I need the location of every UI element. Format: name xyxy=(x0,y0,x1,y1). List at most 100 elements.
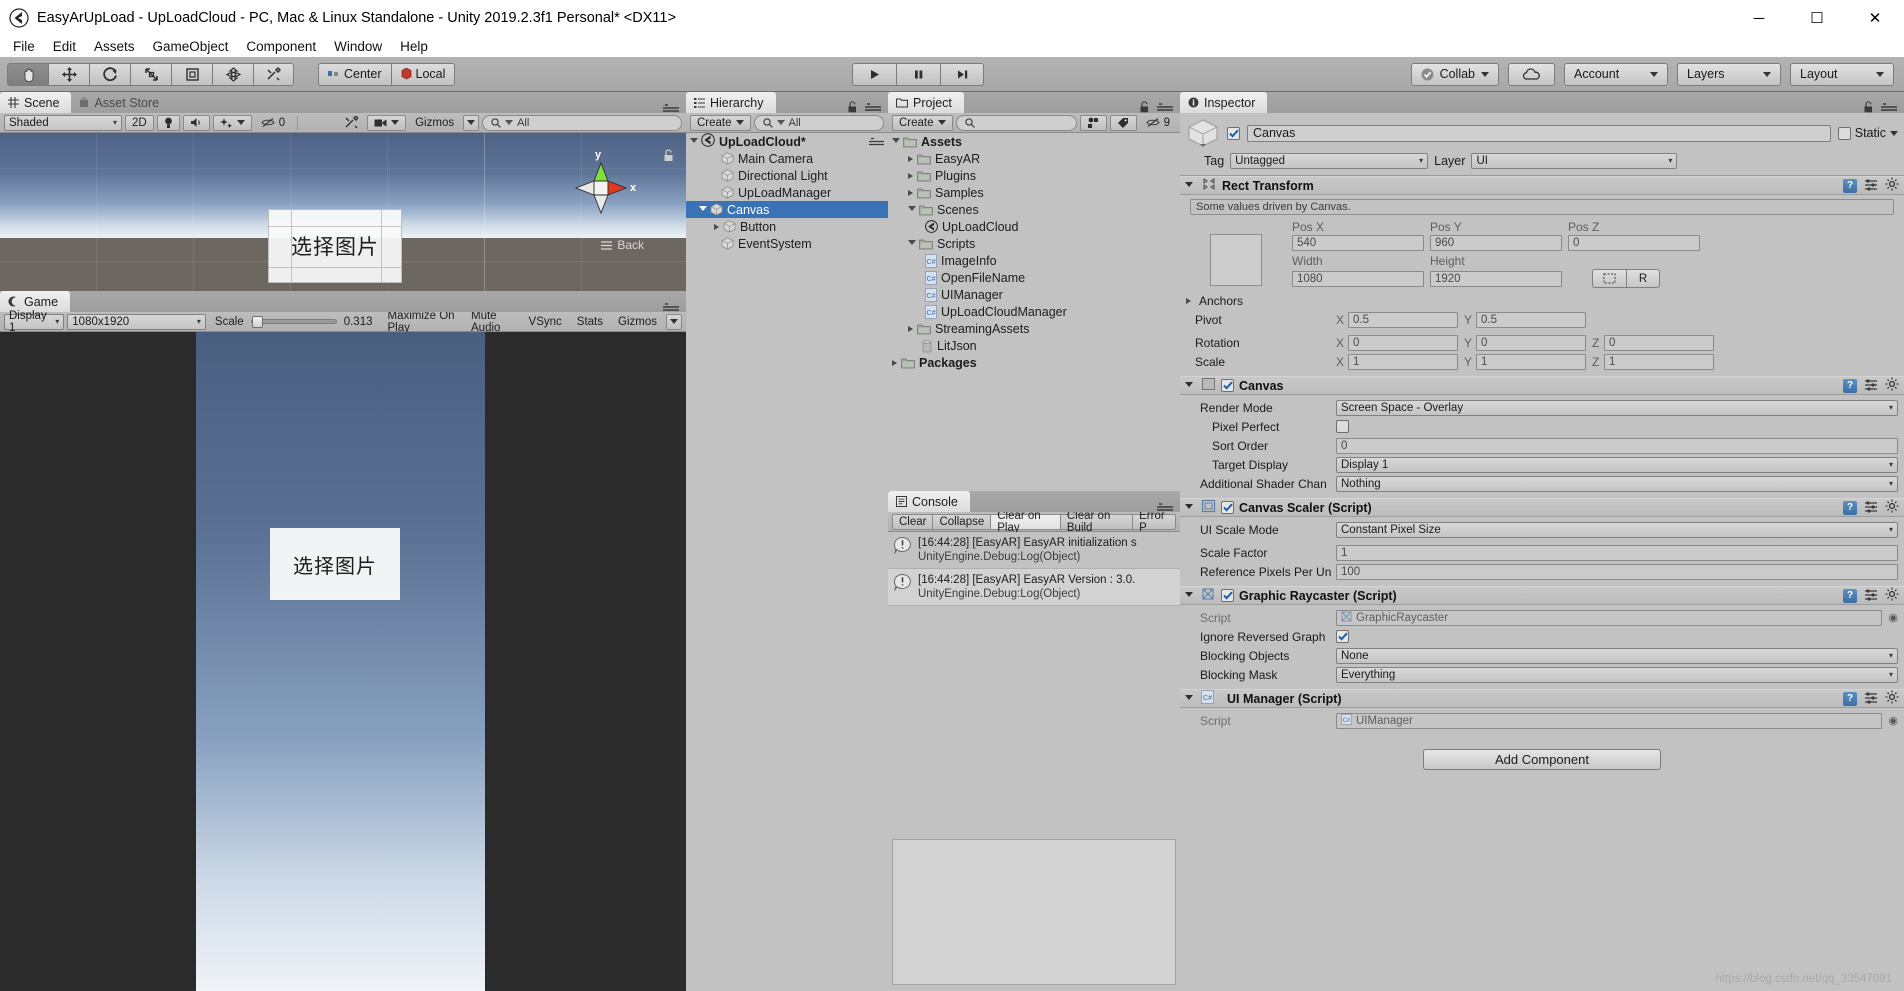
hierarchy-item-uploadmanager[interactable]: UpLoadManager xyxy=(686,184,888,201)
chevron-down-icon[interactable] xyxy=(908,239,916,248)
game-gizmos-caret[interactable] xyxy=(666,313,682,330)
tab-hierarchy[interactable]: Hierarchy xyxy=(686,92,776,113)
sort-order-field[interactable]: 0 xyxy=(1336,437,1898,454)
add-component-button[interactable]: Add Component xyxy=(1423,749,1661,770)
gizmos-dropdown[interactable]: Gizmos xyxy=(409,115,460,131)
scale-slider-knob[interactable] xyxy=(251,316,263,328)
scene-canvas-button[interactable]: 选择图片 xyxy=(268,209,402,283)
inspector-menu-icon[interactable] xyxy=(1881,102,1897,112)
search-by-label-button[interactable] xyxy=(1109,114,1137,131)
project-item-uploadcloud-scene[interactable]: UpLoadCloud xyxy=(888,218,1180,235)
tag-dropdown[interactable]: Untagged ▾ xyxy=(1230,153,1429,169)
chevron-right-icon[interactable] xyxy=(908,155,913,162)
project-tree[interactable]: Assets EasyAR Plugins Samples Scenes UpL… xyxy=(888,133,1180,491)
project-item-uimanager[interactable]: C# UIManager xyxy=(888,286,1180,303)
graphic-raycaster-enabled-checkbox[interactable] xyxy=(1221,589,1234,602)
chevron-down-icon[interactable] xyxy=(908,205,916,214)
mute-audio-toggle[interactable]: Mute Audio xyxy=(465,310,520,334)
pause-button[interactable] xyxy=(896,63,940,86)
chevron-right-icon[interactable] xyxy=(714,223,719,230)
help-icon[interactable]: ? xyxy=(1843,500,1857,515)
hand-tool-button[interactable] xyxy=(7,62,48,86)
preset-icon[interactable] xyxy=(1864,500,1878,516)
menu-edit[interactable]: Edit xyxy=(44,36,85,57)
project-hidden-count[interactable]: 9 xyxy=(1140,115,1176,131)
console-clear-button[interactable]: Clear xyxy=(892,513,934,530)
blocking-mask-dropdown[interactable]: Everything ▾ xyxy=(1336,666,1898,683)
game-select-image-button[interactable]: 选择图片 xyxy=(270,528,400,600)
pos-z-field[interactable]: 0 xyxy=(1568,235,1700,251)
scale-z-field[interactable]: 1 xyxy=(1604,353,1714,370)
shader-channels-dropdown[interactable]: Nothing ▾ xyxy=(1336,475,1898,492)
canvas-component-header[interactable]: Canvas ? xyxy=(1180,376,1904,395)
canvas-scaler-enabled-checkbox[interactable] xyxy=(1221,501,1234,514)
pos-x-field[interactable]: 540 xyxy=(1292,235,1424,251)
vsync-toggle[interactable]: VSync xyxy=(523,314,568,330)
rotation-x-field[interactable]: 0 xyxy=(1348,334,1458,351)
minimize-button[interactable]: ─ xyxy=(1730,0,1788,36)
chevron-right-icon[interactable] xyxy=(908,189,913,196)
display-dropdown[interactable]: Display 1 ▾ xyxy=(4,310,65,334)
account-button[interactable]: Account xyxy=(1564,62,1668,86)
project-search-input[interactable] xyxy=(955,114,1077,131)
hierarchy-item-button[interactable]: Button xyxy=(686,218,888,235)
preset-icon[interactable] xyxy=(1864,588,1878,604)
project-item-openfilename[interactable]: C# OpenFileName xyxy=(888,269,1180,286)
rect-tool-button[interactable] xyxy=(171,62,212,86)
menu-help[interactable]: Help xyxy=(391,36,437,57)
object-picker-icon[interactable]: ◉ xyxy=(1888,611,1898,624)
menu-assets[interactable]: Assets xyxy=(85,36,144,57)
help-icon[interactable]: ? xyxy=(1843,178,1857,193)
scene-search-input[interactable]: All xyxy=(482,114,682,131)
chevron-down-icon[interactable] xyxy=(1890,130,1898,136)
static-checkbox[interactable] xyxy=(1837,126,1851,140)
width-field[interactable]: 1080 xyxy=(1292,270,1424,287)
anchors-row[interactable]: Anchors xyxy=(1186,294,1336,308)
search-by-type-button[interactable] xyxy=(1079,114,1107,131)
target-display-dropdown[interactable]: Display 1 ▾ xyxy=(1336,456,1898,473)
help-icon[interactable]: ? xyxy=(1843,378,1857,393)
maximize-on-play-toggle[interactable]: Maximize On Play xyxy=(381,310,462,334)
gear-icon[interactable] xyxy=(1885,377,1899,394)
custom-tool-button[interactable] xyxy=(253,62,294,86)
hierarchy-item-main-camera[interactable]: Main Camera xyxy=(686,150,888,167)
chevron-down-icon[interactable] xyxy=(1185,503,1193,512)
pos-y-field[interactable]: 960 xyxy=(1430,235,1562,251)
maximize-button[interactable]: ☐ xyxy=(1788,0,1846,36)
hidden-objects-count[interactable]: 0 xyxy=(255,115,291,131)
blueprint-mode-button[interactable] xyxy=(1592,269,1626,288)
scale-tool-button[interactable] xyxy=(130,62,171,86)
preset-icon[interactable] xyxy=(1864,691,1878,707)
help-icon[interactable]: ? xyxy=(1843,588,1857,603)
scene-lock-icon[interactable] xyxy=(663,149,674,165)
fx-toggle-button[interactable] xyxy=(212,114,252,131)
reference-ppu-field[interactable]: 100 xyxy=(1336,563,1898,580)
pivot-x-field[interactable]: 0.5 xyxy=(1348,311,1458,328)
pivot-y-field[interactable]: 0.5 xyxy=(1476,311,1586,328)
pivot-mode-button[interactable]: Center xyxy=(318,62,391,86)
project-item-packages[interactable]: Packages xyxy=(888,354,1180,371)
console-log-row[interactable]: [16:44:28] [EasyAR] EasyAR Version : 3.0… xyxy=(888,569,1180,606)
pixel-perfect-checkbox[interactable] xyxy=(1336,420,1349,433)
lock-icon[interactable] xyxy=(847,101,858,113)
hierarchy-item-eventsystem[interactable]: EventSystem xyxy=(686,235,888,252)
hierarchy-search-input[interactable]: All xyxy=(753,114,884,131)
console-log-list[interactable]: [16:44:28] [EasyAR] EasyAR initializatio… xyxy=(888,532,1180,606)
ui-scale-mode-dropdown[interactable]: Constant Pixel Size ▾ xyxy=(1336,521,1898,538)
layers-button[interactable]: Layers xyxy=(1677,62,1781,86)
lock-icon[interactable] xyxy=(1139,101,1150,113)
chevron-right-icon[interactable] xyxy=(908,172,913,179)
scale-control[interactable]: Scale 0.313 xyxy=(209,314,379,330)
menu-gameobject[interactable]: GameObject xyxy=(144,36,238,57)
collab-button[interactable]: Collab xyxy=(1410,62,1499,86)
project-item-uploadcloudmanager[interactable]: C# UpLoadCloudManager xyxy=(888,303,1180,320)
toggle-2d-button[interactable]: 2D xyxy=(125,114,154,131)
layout-button[interactable]: Layout xyxy=(1790,62,1894,86)
step-button[interactable] xyxy=(940,63,984,86)
scene-axis-gizmo[interactable]: y x xyxy=(564,149,638,225)
game-menu-icon[interactable] xyxy=(663,302,679,312)
resolution-dropdown[interactable]: 1080x1920 ▾ xyxy=(67,313,206,330)
console-collapse-button[interactable]: Collapse xyxy=(933,513,992,530)
menu-component[interactable]: Component xyxy=(237,36,325,57)
chevron-right-icon[interactable] xyxy=(1186,297,1191,304)
